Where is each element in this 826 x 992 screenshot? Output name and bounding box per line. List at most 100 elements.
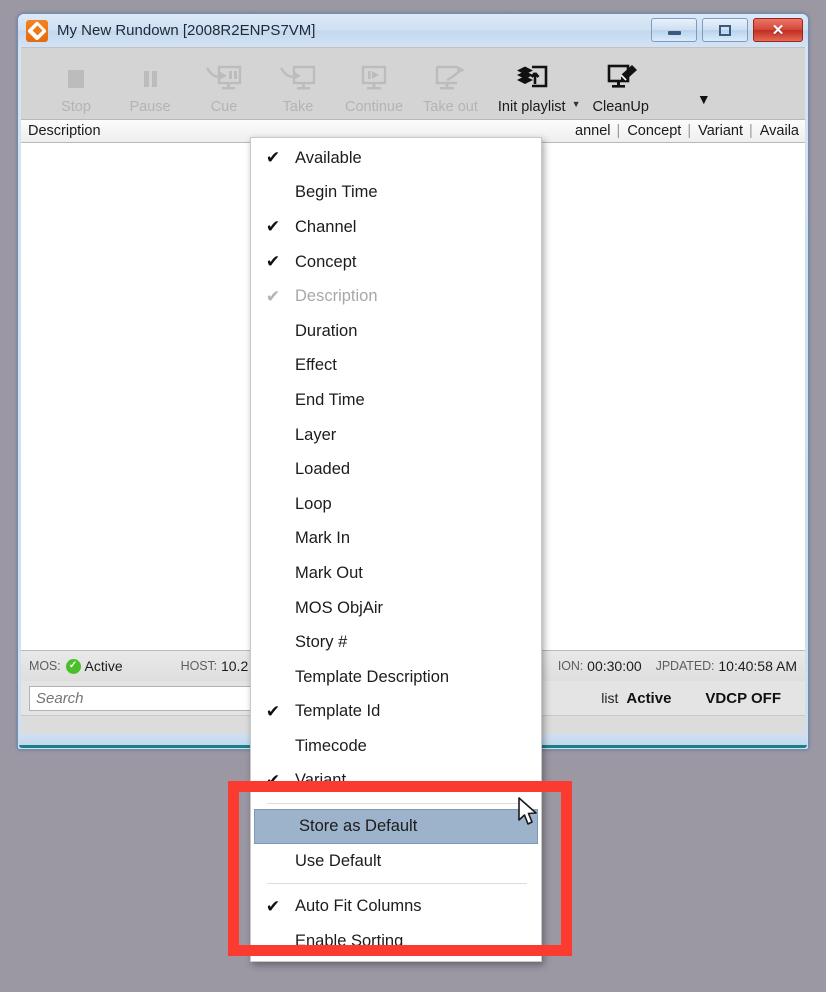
menu-item-use-default[interactable]: Use Default xyxy=(251,844,541,879)
cue-icon xyxy=(205,60,243,98)
check-icon: ✔ xyxy=(265,701,281,721)
menu-item-loaded[interactable]: Loaded xyxy=(251,452,541,487)
menu-label: Description xyxy=(295,287,378,306)
status-host: HOST: 10.2 xyxy=(181,658,249,674)
menu-label: Store as Default xyxy=(299,817,418,836)
maximize-button[interactable] xyxy=(702,18,748,42)
menu-label: Story # xyxy=(295,633,348,652)
menu-item-duration[interactable]: Duration xyxy=(251,314,541,349)
minimize-button[interactable] xyxy=(651,18,697,42)
toolbar-label-pause: Pause xyxy=(129,99,171,115)
toolbar: Stop Pause Cue Take Continue Take out In… xyxy=(21,47,805,119)
menu-label: Mark In xyxy=(295,529,351,548)
menu-item-mark-out[interactable]: Mark Out xyxy=(251,556,541,591)
toolbar-button-continue[interactable]: Continue xyxy=(335,44,413,119)
menu-item-variant[interactable]: ✔ Variant xyxy=(251,764,541,799)
menu-item-template-description[interactable]: Template Description xyxy=(251,660,541,695)
status-duration-value: 00:30:00 xyxy=(587,658,642,674)
menu-item-store-as-default[interactable]: Store as Default xyxy=(254,809,538,844)
column-header-channel[interactable]: annel xyxy=(568,123,616,139)
status-mos-label: MOS: xyxy=(29,659,61,673)
check-icon: ✔ xyxy=(265,217,281,237)
check-icon: ✔ xyxy=(265,286,281,306)
take-icon xyxy=(279,60,317,98)
toolbar-button-take[interactable]: Take xyxy=(261,44,335,119)
column-chooser-context-menu: ✔ Available Begin Time ✔ Channel ✔ Conce… xyxy=(250,137,542,962)
menu-item-description: ✔ Description xyxy=(251,279,541,314)
window-title: My New Rundown [2008R2ENPS7VM] xyxy=(57,22,316,39)
menu-label: Loaded xyxy=(295,460,351,479)
toolbar-label-stop: Stop xyxy=(61,99,91,115)
toolbar-button-init-playlist[interactable]: Init playlist xyxy=(488,44,576,119)
menu-label: Timecode xyxy=(295,736,367,755)
menu-item-effect[interactable]: Effect xyxy=(251,349,541,384)
status-host-value: 10.2 xyxy=(220,658,249,674)
menu-item-enable-sorting[interactable]: Enable Sorting xyxy=(251,924,541,959)
check-icon: ✔ xyxy=(265,148,281,168)
toolbar-button-stop[interactable]: Stop xyxy=(39,44,113,119)
take-out-icon xyxy=(431,60,469,98)
toolbar-label-cue: Cue xyxy=(210,99,238,115)
menu-item-timecode[interactable]: Timecode xyxy=(251,729,541,764)
status-duration: ION: 00:30:00 xyxy=(558,658,642,674)
menu-label: Effect xyxy=(295,356,337,375)
menu-item-layer[interactable]: Layer xyxy=(251,418,541,453)
init-playlist-dropdown-arrow[interactable]: ▼ xyxy=(572,99,581,109)
menu-item-loop[interactable]: Loop xyxy=(251,487,541,522)
menu-item-begin-time[interactable]: Begin Time xyxy=(251,176,541,211)
check-icon: ✔ xyxy=(265,252,281,272)
menu-item-auto-fit-columns[interactable]: ✔ Auto Fit Columns xyxy=(251,889,541,924)
menu-item-mos-objair[interactable]: MOS ObjAir xyxy=(251,591,541,626)
close-button[interactable]: ✕ xyxy=(753,18,803,42)
menu-label: Variant xyxy=(295,771,347,790)
menu-label: Available xyxy=(295,148,362,167)
status-updated-label: JPDATED: xyxy=(655,659,715,673)
close-icon: ✕ xyxy=(771,21,785,39)
toolbar-button-pause[interactable]: Pause xyxy=(113,44,187,119)
menu-label: Template Description xyxy=(295,667,450,686)
column-header-description[interactable]: Description xyxy=(21,123,274,139)
footer-playlist-state: Active xyxy=(626,689,672,707)
menu-label: Auto Fit Columns xyxy=(295,897,422,916)
menu-item-mark-in[interactable]: Mark In xyxy=(251,522,541,557)
init-playlist-icon xyxy=(515,60,549,98)
continue-icon xyxy=(357,60,391,98)
toolbar-overflow-chevron-down-icon[interactable]: ▼ xyxy=(697,91,711,107)
status-updated-value: 10:40:58 AM xyxy=(718,658,797,674)
toolbar-label-continue: Continue xyxy=(345,99,404,115)
column-header-variant[interactable]: Variant xyxy=(691,123,749,139)
footer-status-group: list Active VDCP OFF xyxy=(601,690,797,707)
footer-vdcp-state: VDCP OFF xyxy=(705,689,781,707)
column-header-concept[interactable]: Concept xyxy=(620,123,687,139)
menu-label: Begin Time xyxy=(295,183,378,202)
minimize-icon xyxy=(667,30,681,35)
menu-item-concept[interactable]: ✔ Concept xyxy=(251,245,541,280)
menu-label: Layer xyxy=(295,425,337,444)
toolbar-button-cleanup[interactable]: CleanUp xyxy=(583,44,659,119)
menu-item-end-time[interactable]: End Time xyxy=(251,383,541,418)
search-input[interactable] xyxy=(29,685,279,711)
green-check-icon: ✓ xyxy=(65,658,81,674)
menu-item-story-number[interactable]: Story # xyxy=(251,625,541,660)
status-mos-value: Active xyxy=(84,658,123,674)
toolbar-label-take-out: Take out xyxy=(423,99,478,115)
menu-label: Channel xyxy=(295,217,357,236)
menu-label: End Time xyxy=(295,390,365,409)
toolbar-button-take-out[interactable]: Take out xyxy=(413,44,488,119)
menu-separator xyxy=(267,803,527,805)
menu-label: MOS ObjAir xyxy=(295,598,384,617)
menu-item-template-id[interactable]: ✔ Template Id xyxy=(251,695,541,730)
status-host-label: HOST: xyxy=(180,659,217,673)
menu-item-channel[interactable]: ✔ Channel xyxy=(251,210,541,245)
toolbar-button-cue[interactable]: Cue xyxy=(187,44,261,119)
menu-label: Template Id xyxy=(295,702,381,721)
title-bar: My New Rundown [2008R2ENPS7VM] ✕ xyxy=(18,14,808,47)
menu-label: Enable Sorting xyxy=(295,931,404,950)
toolbar-label-cleanup: CleanUp xyxy=(592,99,649,115)
menu-label: Mark Out xyxy=(295,563,363,582)
menu-item-available[interactable]: ✔ Available xyxy=(251,141,541,176)
status-updated: JPDATED: 10:40:58 AM xyxy=(656,658,797,674)
menu-label: Loop xyxy=(295,494,332,513)
cleanup-icon xyxy=(604,60,638,98)
column-header-available[interactable]: Availa xyxy=(753,123,805,139)
